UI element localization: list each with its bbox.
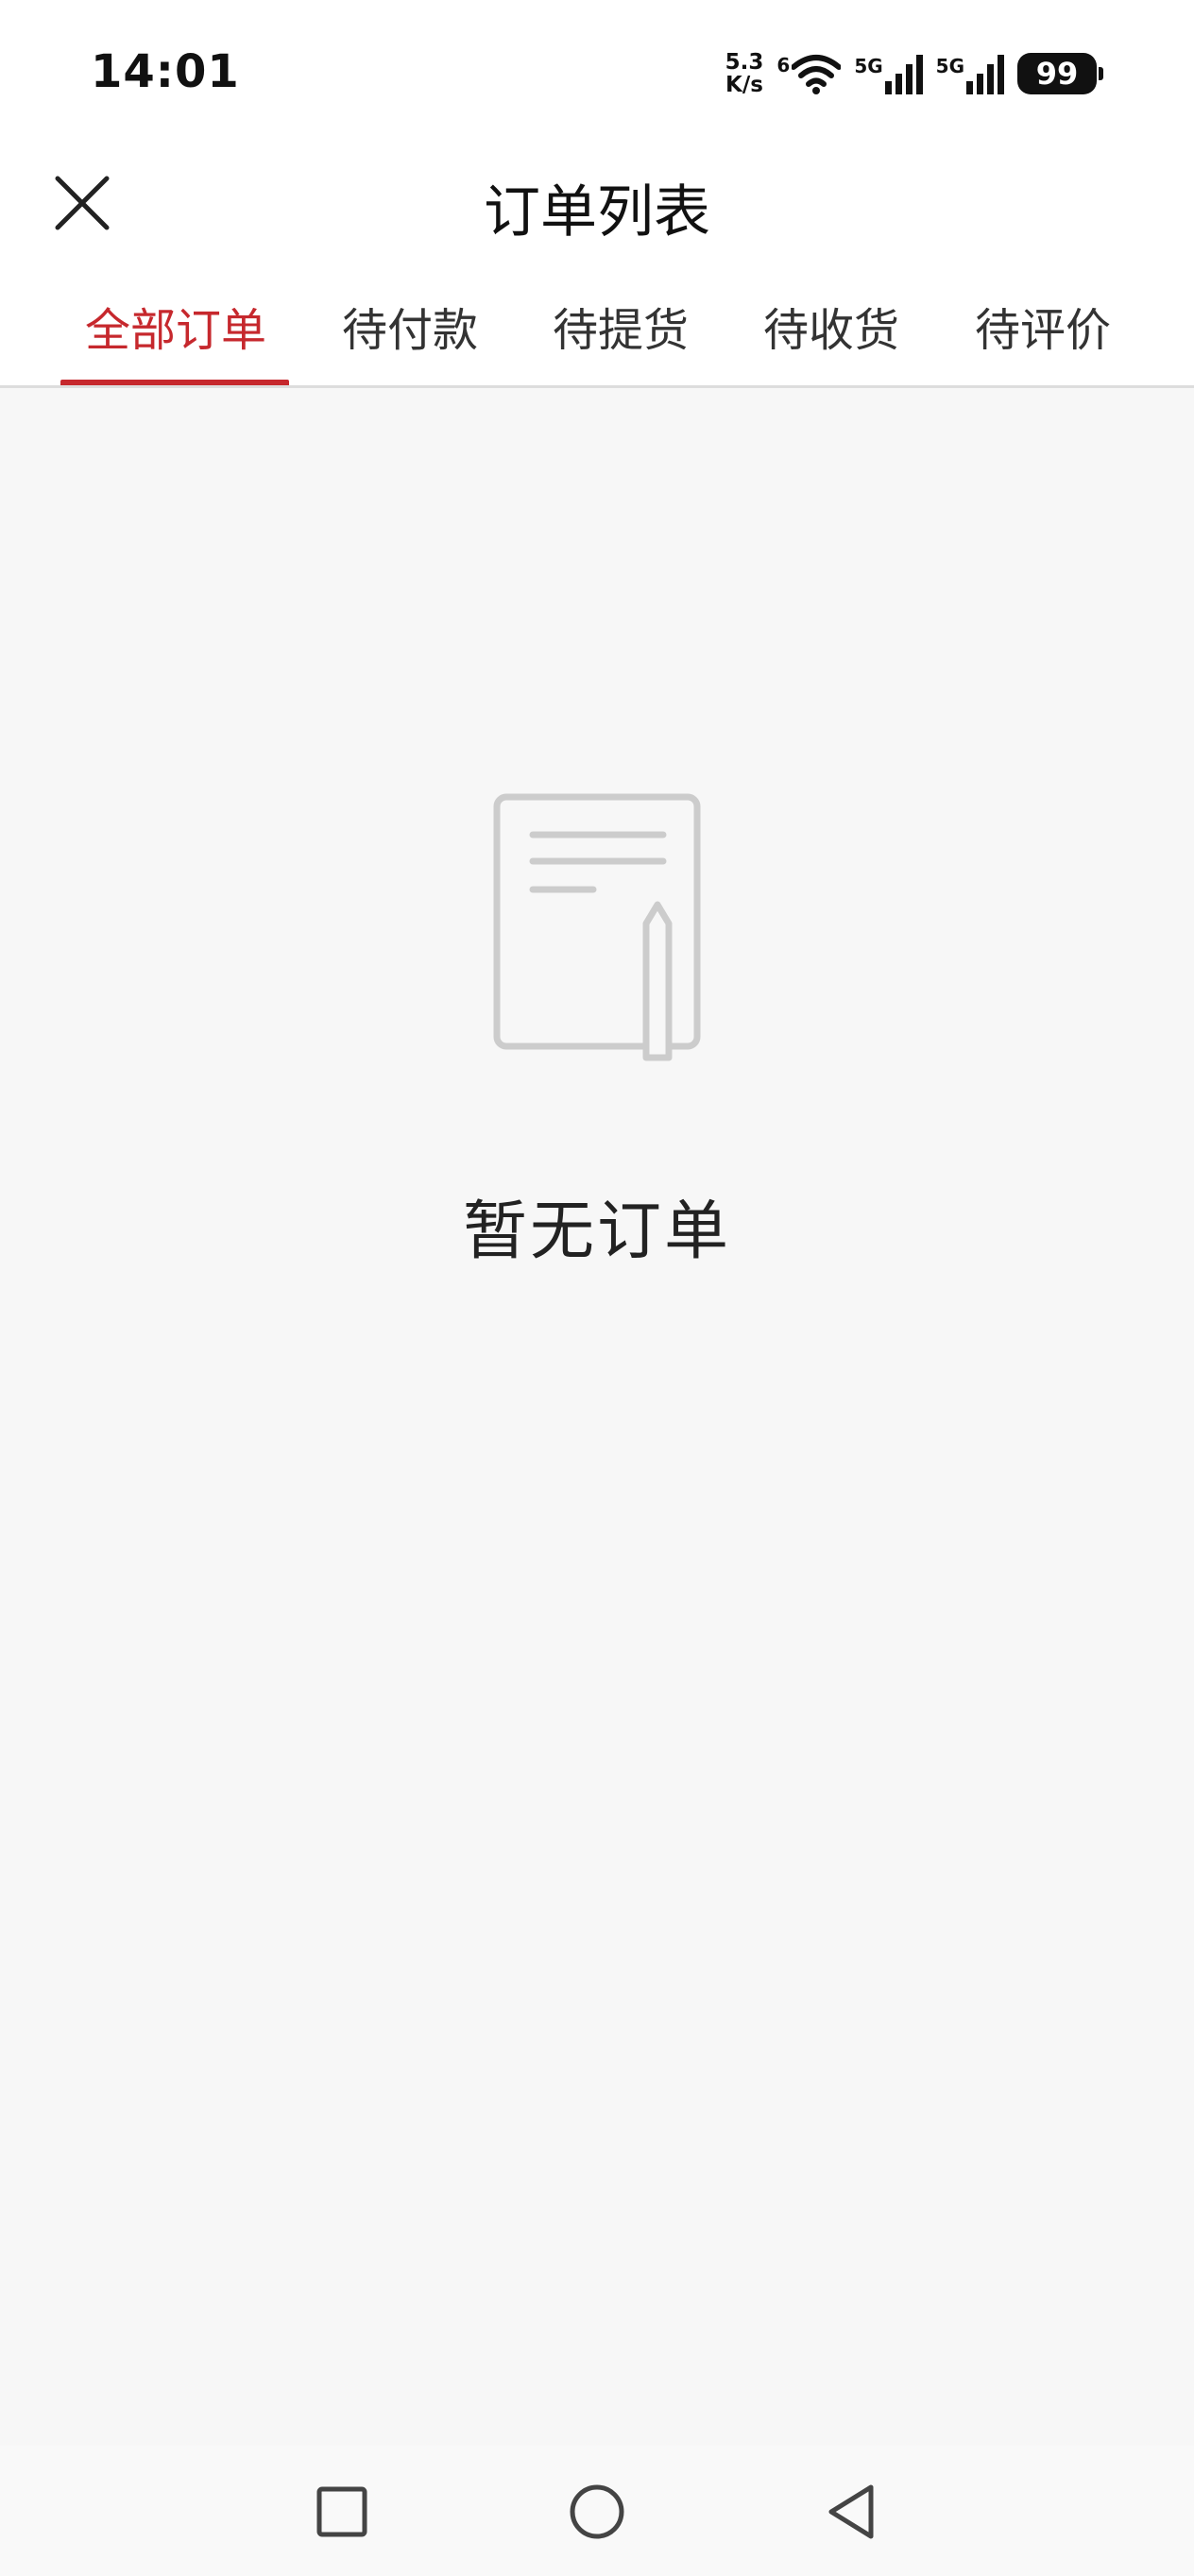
back-button[interactable] bbox=[814, 2474, 890, 2550]
home-circle-icon bbox=[570, 2484, 624, 2539]
wifi-icon bbox=[792, 55, 842, 94]
net-speed: 5.3 K/s bbox=[725, 51, 764, 96]
tab-pending-pickup[interactable]: 待提货 bbox=[553, 293, 689, 387]
empty-state-text: 暂无订单 bbox=[462, 1195, 731, 1269]
tab-pending-receipt[interactable]: 待收货 bbox=[763, 293, 899, 387]
tab-pending-review[interactable]: 待评价 bbox=[975, 293, 1111, 387]
signal-status-2: 5G bbox=[936, 53, 1004, 94]
recents-button[interactable] bbox=[304, 2474, 380, 2550]
tab-all-orders[interactable]: 全部订单 bbox=[85, 293, 266, 387]
tab-pending-payment[interactable]: 待付款 bbox=[342, 293, 478, 387]
wifi-status: 6 bbox=[776, 52, 842, 95]
signal-tag-2: 5G bbox=[935, 55, 964, 77]
top-bar: 14:01 5.3 K/s 6 5G 5G 99 订单列表 全部订单 待付款 待… bbox=[0, 0, 1194, 388]
status-icons: 5.3 K/s 6 5G 5G 99 bbox=[725, 47, 1103, 100]
signal-status-1: 5G bbox=[854, 53, 923, 94]
document-pen-icon bbox=[493, 793, 701, 1061]
battery-icon: 99 bbox=[1017, 53, 1103, 94]
signal-icon bbox=[884, 55, 923, 94]
status-time: 14:01 bbox=[91, 45, 240, 98]
empty-illustration bbox=[491, 791, 703, 1071]
page-title: 订单列表 bbox=[484, 179, 710, 246]
battery-tip bbox=[1099, 67, 1103, 80]
back-triangle-icon bbox=[828, 2484, 874, 2539]
tabs-divider bbox=[0, 385, 1194, 388]
signal-tag-1: 5G bbox=[854, 55, 883, 77]
battery-level: 99 bbox=[1017, 53, 1097, 94]
order-tabs: 全部订单 待付款 待提货 待收货 待评价 bbox=[0, 293, 1194, 387]
wifi-tag: 6 bbox=[776, 54, 791, 76]
home-button[interactable] bbox=[559, 2474, 635, 2550]
signal-icon bbox=[966, 55, 1004, 94]
system-nav-bar bbox=[0, 2446, 1194, 2576]
net-speed-value: 5.3 bbox=[725, 50, 764, 75]
recents-square-icon bbox=[316, 2486, 367, 2537]
net-speed-unit: K/s bbox=[725, 73, 763, 97]
